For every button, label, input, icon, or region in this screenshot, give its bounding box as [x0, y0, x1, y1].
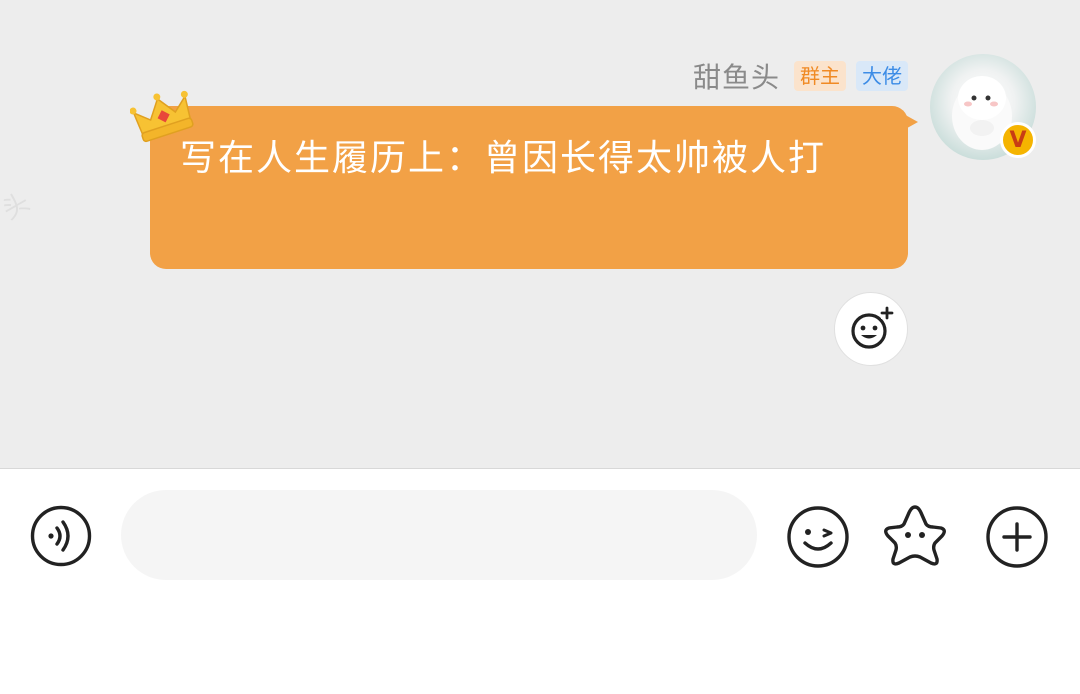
message-bubble[interactable]: 写在人生履历上：曾因长得太帅被人打 — [150, 106, 908, 269]
voice-icon — [30, 505, 92, 567]
boss-badge: 大佬 — [856, 61, 908, 91]
add-reaction-button[interactable] — [834, 292, 908, 366]
message-text: 写在人生履历上：曾因长得太帅被人打 — [180, 138, 827, 179]
crown-icon — [130, 88, 196, 144]
message-input[interactable] — [121, 490, 757, 580]
bubble-tail — [900, 112, 918, 132]
add-reaction-icon — [851, 306, 894, 349]
chat-area: 头 甜鱼头 群主 大佬 V 写在人生履历上：曾因长得太帅被人打 — [0, 0, 1080, 468]
group-owner-badge: 群主 — [794, 61, 846, 91]
sender-row: 甜鱼头 群主 大佬 — [693, 58, 908, 94]
emoji-icon — [787, 506, 849, 568]
voice-button[interactable] — [30, 505, 92, 567]
watermark: 头 — [0, 187, 36, 227]
star-sticker-icon — [884, 505, 946, 566]
divider — [0, 468, 1080, 469]
sticker-button[interactable] — [881, 502, 949, 570]
vip-badge: V — [1000, 122, 1036, 158]
plus-icon — [986, 506, 1048, 568]
emoji-button[interactable] — [786, 505, 850, 569]
more-button[interactable] — [985, 505, 1049, 569]
sender-name[interactable]: 甜鱼头 — [693, 56, 780, 96]
